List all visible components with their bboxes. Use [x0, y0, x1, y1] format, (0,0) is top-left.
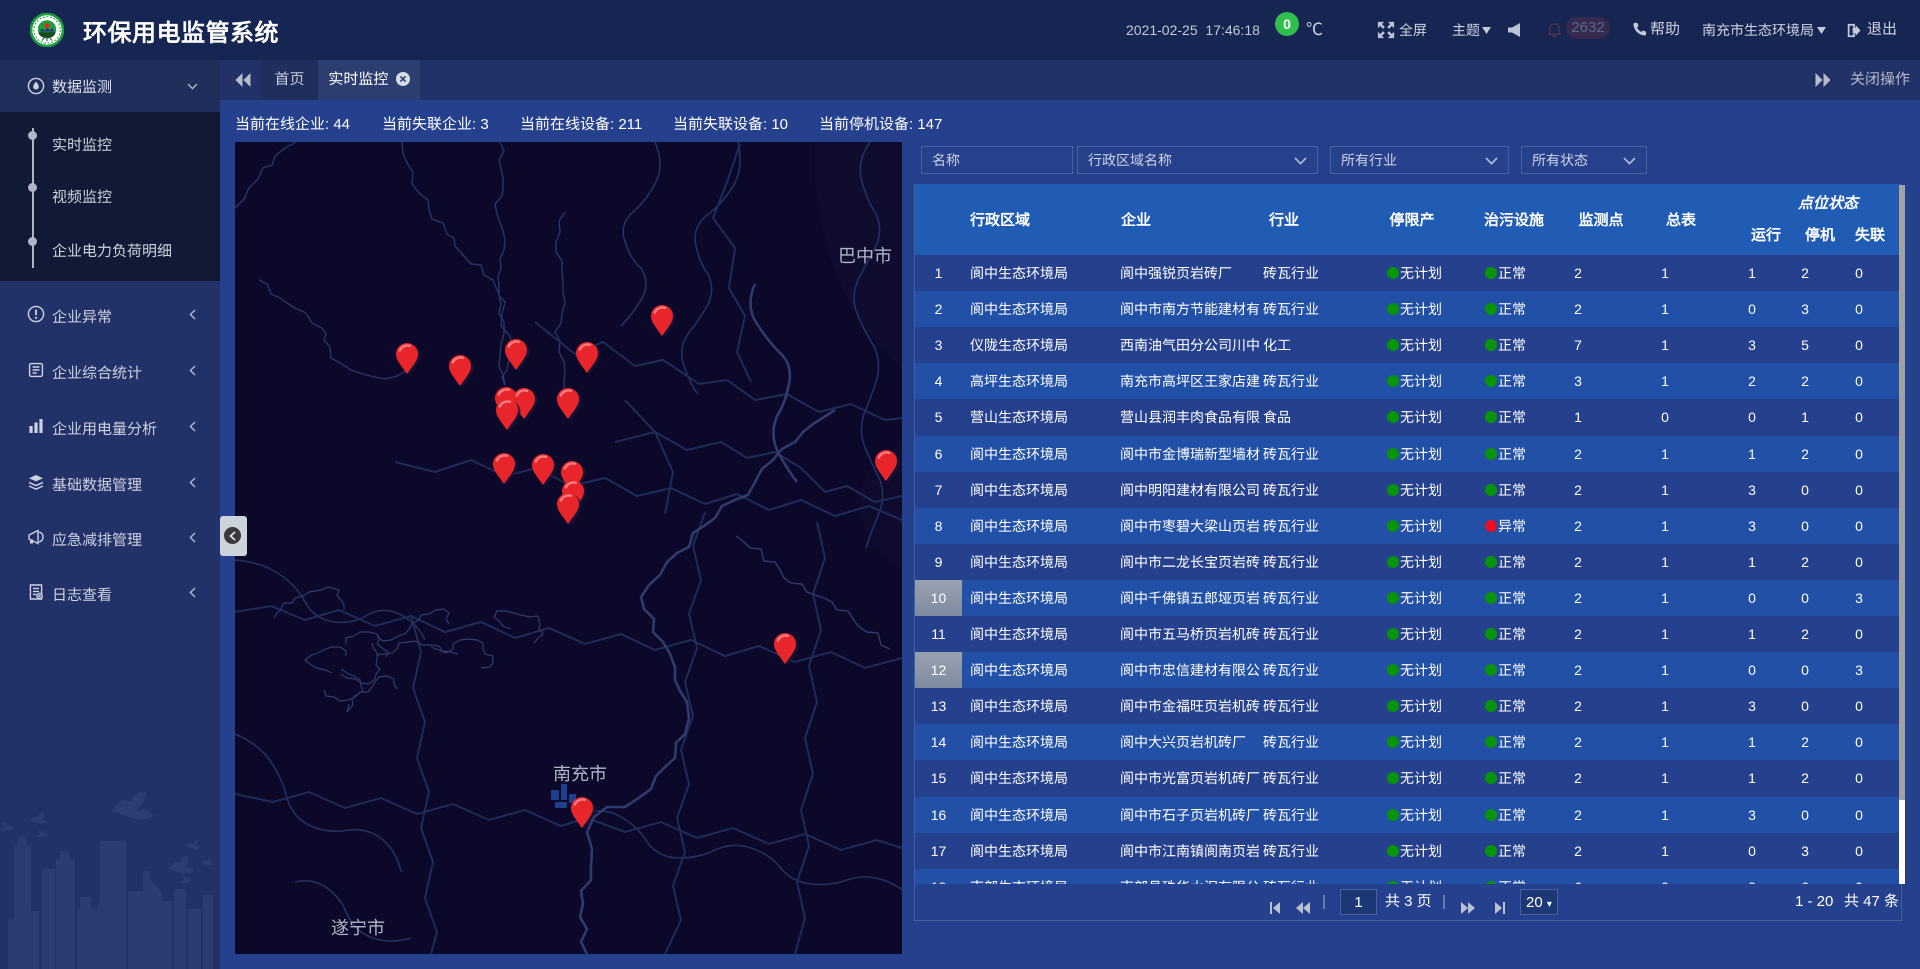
svg-text:南充市: 南充市	[553, 764, 607, 784]
svg-text:巴中市: 巴中市	[838, 246, 892, 266]
svg-text:遂宁市: 遂宁市	[331, 918, 385, 938]
